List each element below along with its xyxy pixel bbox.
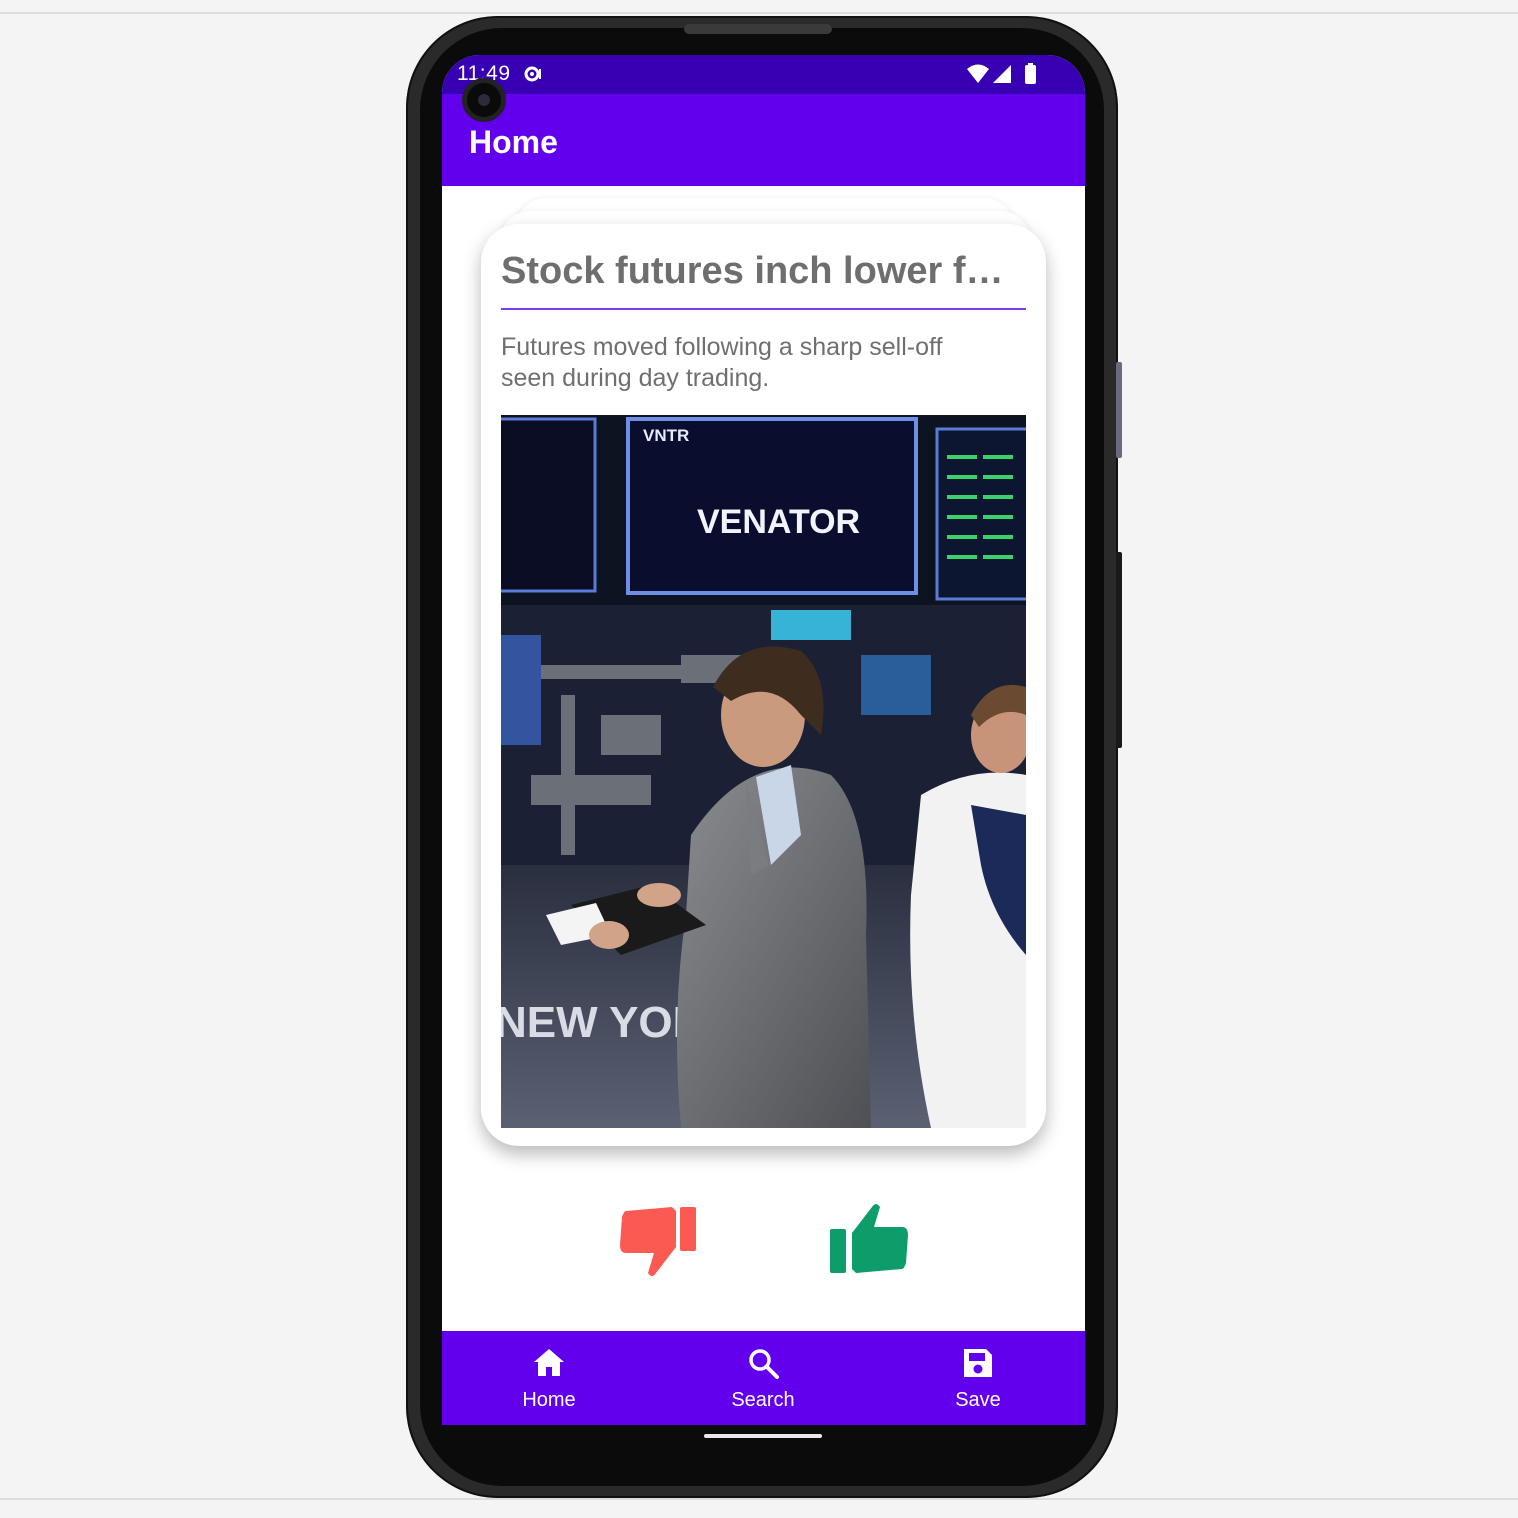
app-bar: Home xyxy=(442,94,1085,186)
nav-label-save: Save xyxy=(955,1389,1001,1411)
image-screen-text: VENATOR xyxy=(697,503,860,541)
status-bar: 11:49 xyxy=(442,55,1085,94)
power-button[interactable] xyxy=(1116,552,1122,748)
nav-label-search: Search xyxy=(731,1389,795,1411)
card-divider xyxy=(501,308,1026,310)
image-ticker: VNTR xyxy=(643,426,689,445)
battery-icon xyxy=(1025,65,1036,84)
search-icon xyxy=(749,1349,779,1379)
wifi-icon xyxy=(967,64,989,83)
nav-item-search[interactable]: Search xyxy=(656,1331,870,1425)
page-title: Home xyxy=(469,124,558,160)
status-icons xyxy=(967,63,1036,84)
gesture-home-bar[interactable] xyxy=(704,1434,822,1438)
notification-dot-icon xyxy=(524,66,541,82)
phone-screen: 11:49 Home Stock futures inch lower foll… xyxy=(442,55,1085,1425)
card-description: Futures moved following a sharp sell-off… xyxy=(501,333,943,392)
phone-speaker xyxy=(684,24,832,34)
nav-item-save[interactable]: Save xyxy=(871,1331,1085,1425)
nav-label-home: Home xyxy=(522,1389,576,1411)
thumbs-down-icon xyxy=(620,1207,696,1276)
bottom-navigation: Home Search Save xyxy=(442,1331,1085,1425)
frame-bottom-line xyxy=(0,1498,1518,1500)
front-camera xyxy=(462,78,506,122)
nav-item-home[interactable]: Home xyxy=(442,1331,656,1425)
thumbs-up-icon xyxy=(830,1204,908,1273)
volume-button[interactable] xyxy=(1116,362,1122,458)
cellular-icon xyxy=(993,65,1011,83)
news-card[interactable]: Stock futures inch lower foll... Futures… xyxy=(481,224,1046,1146)
like-button[interactable] xyxy=(828,1199,910,1277)
frame-top-line xyxy=(0,12,1518,14)
dislike-button[interactable] xyxy=(618,1203,700,1281)
card-title: Stock futures inch lower foll... xyxy=(501,250,1026,292)
article-image: VNTR VENATOR NEW YOR K EX xyxy=(501,415,1026,1128)
home-icon xyxy=(534,1349,564,1376)
save-icon xyxy=(964,1349,992,1377)
